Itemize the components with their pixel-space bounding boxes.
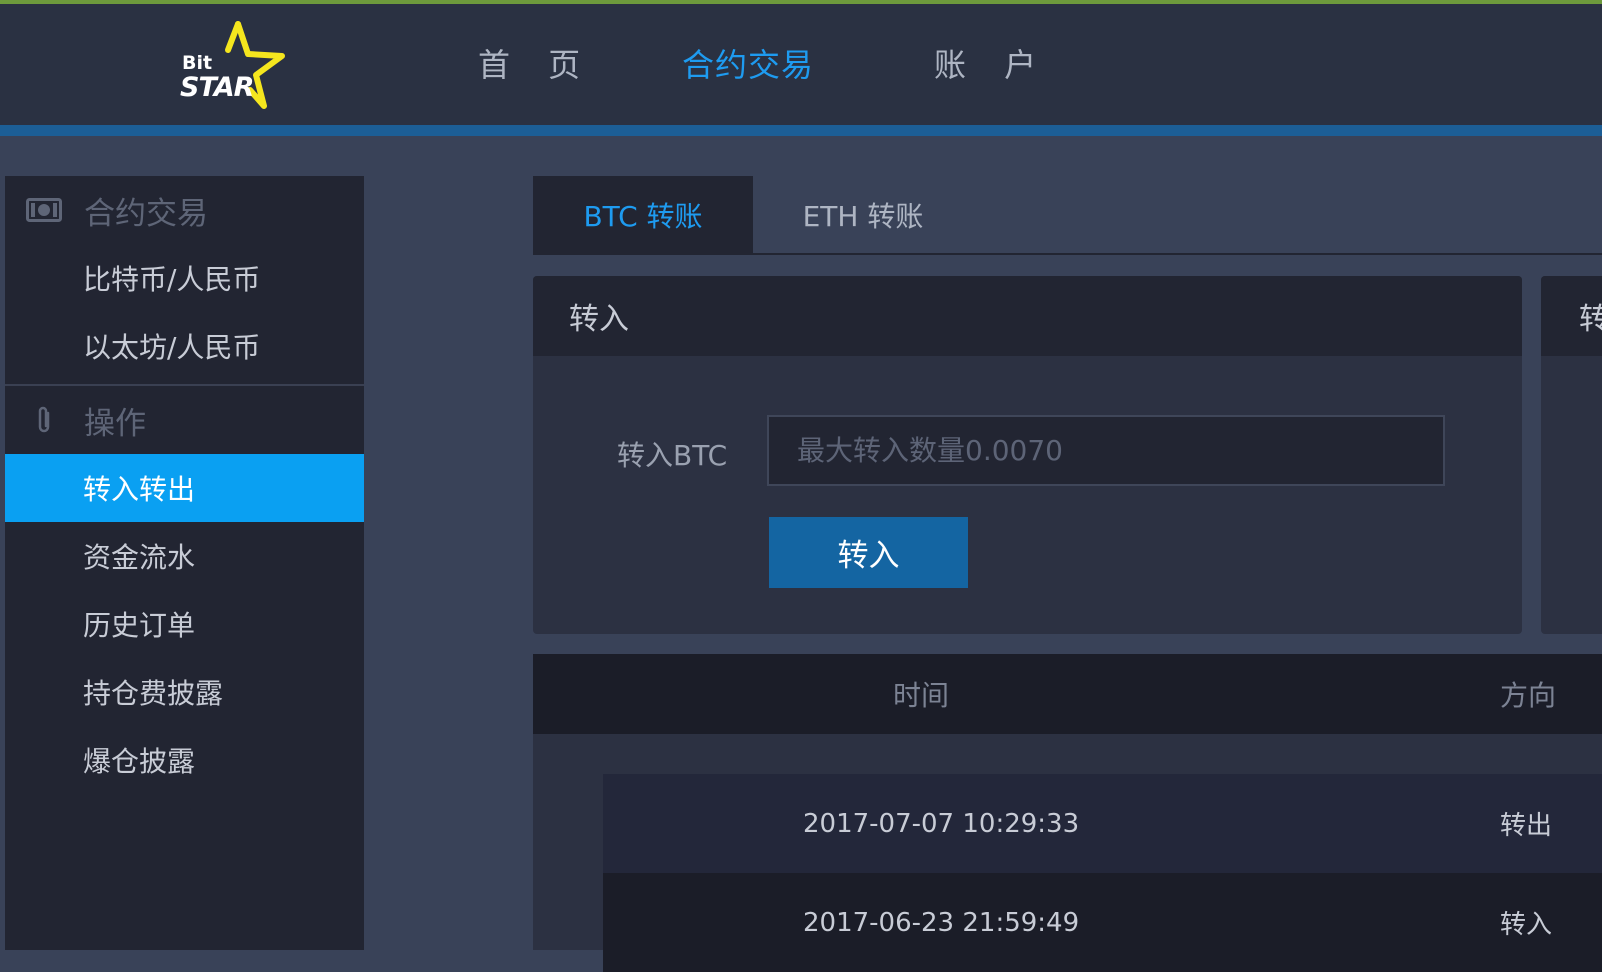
deposit-amount-label: 转入BTC	[617, 439, 728, 472]
sidebar: 合约交易 比特币/人民币 以太坊/人民币 操作 转入转出 资金流水 历史订单 持…	[5, 176, 364, 950]
deposit-panel: 转入 转入BTC 转入	[533, 276, 1522, 634]
nav-contract-trading[interactable]: 合约交易	[682, 40, 814, 86]
paperclip-icon	[26, 406, 62, 433]
sidebar-item-holding-fee[interactable]: 持仓费披露	[5, 658, 364, 726]
withdraw-panel-title: 转	[1541, 276, 1602, 356]
nav-home[interactable]: 首 页	[478, 40, 594, 86]
sidebar-item-liquidation[interactable]: 爆仓披露	[5, 726, 364, 794]
sidebar-item-btc-cny[interactable]: 比特币/人民币	[5, 244, 364, 312]
logo-text-bit: Bit	[182, 52, 213, 74]
cell-time: 2017-07-07 10:29:33	[803, 808, 1080, 839]
tab-eth-transfer[interactable]: ETH 转账	[753, 176, 973, 254]
tab-btc-transfer[interactable]: BTC 转账	[533, 176, 753, 254]
column-header-time: 时间	[893, 679, 950, 712]
sidebar-item-fund-flow[interactable]: 资金流水	[5, 522, 364, 590]
cell-direction: 转入	[1500, 910, 1553, 940]
nav-account[interactable]: 账 户	[934, 40, 1050, 86]
cell-time: 2017-06-23 21:59:49	[803, 907, 1080, 938]
sidebar-section-title: 合约交易	[84, 195, 208, 232]
history-table-body: 2017-07-07 10:29:33 转出 2017-06-23 21:59:…	[533, 734, 1602, 972]
cell-direction: 转出	[1500, 811, 1553, 841]
sidebar-section-title: 操作	[84, 405, 146, 442]
table-row: 2017-06-23 21:59:49 转入	[603, 873, 1602, 972]
column-header-direction: 方向	[1500, 679, 1557, 712]
withdraw-panel: 转	[1541, 276, 1602, 634]
sidebar-item-order-history[interactable]: 历史订单	[5, 590, 364, 658]
deposit-button[interactable]: 转入	[769, 517, 968, 588]
top-navbar: Bit STAR 首 页 合约交易 账 户	[0, 4, 1602, 125]
header-divider	[0, 125, 1602, 136]
history-table-header: 时间 方向	[533, 654, 1602, 734]
sidebar-item-transfer[interactable]: 转入转出	[5, 454, 364, 522]
sidebar-section-operations: 操作	[5, 386, 364, 454]
deposit-panel-title: 转入	[533, 276, 1522, 356]
sidebar-section-trading: 合约交易	[5, 176, 364, 244]
deposit-amount-input[interactable]	[767, 415, 1445, 486]
logo-text-star: STAR	[180, 72, 254, 103]
table-row: 2017-07-07 10:29:33 转出	[603, 774, 1602, 873]
sidebar-item-eth-cny[interactable]: 以太坊/人民币	[5, 312, 364, 380]
bitstar-logo[interactable]: Bit STAR	[176, 20, 286, 116]
money-icon	[26, 197, 62, 223]
